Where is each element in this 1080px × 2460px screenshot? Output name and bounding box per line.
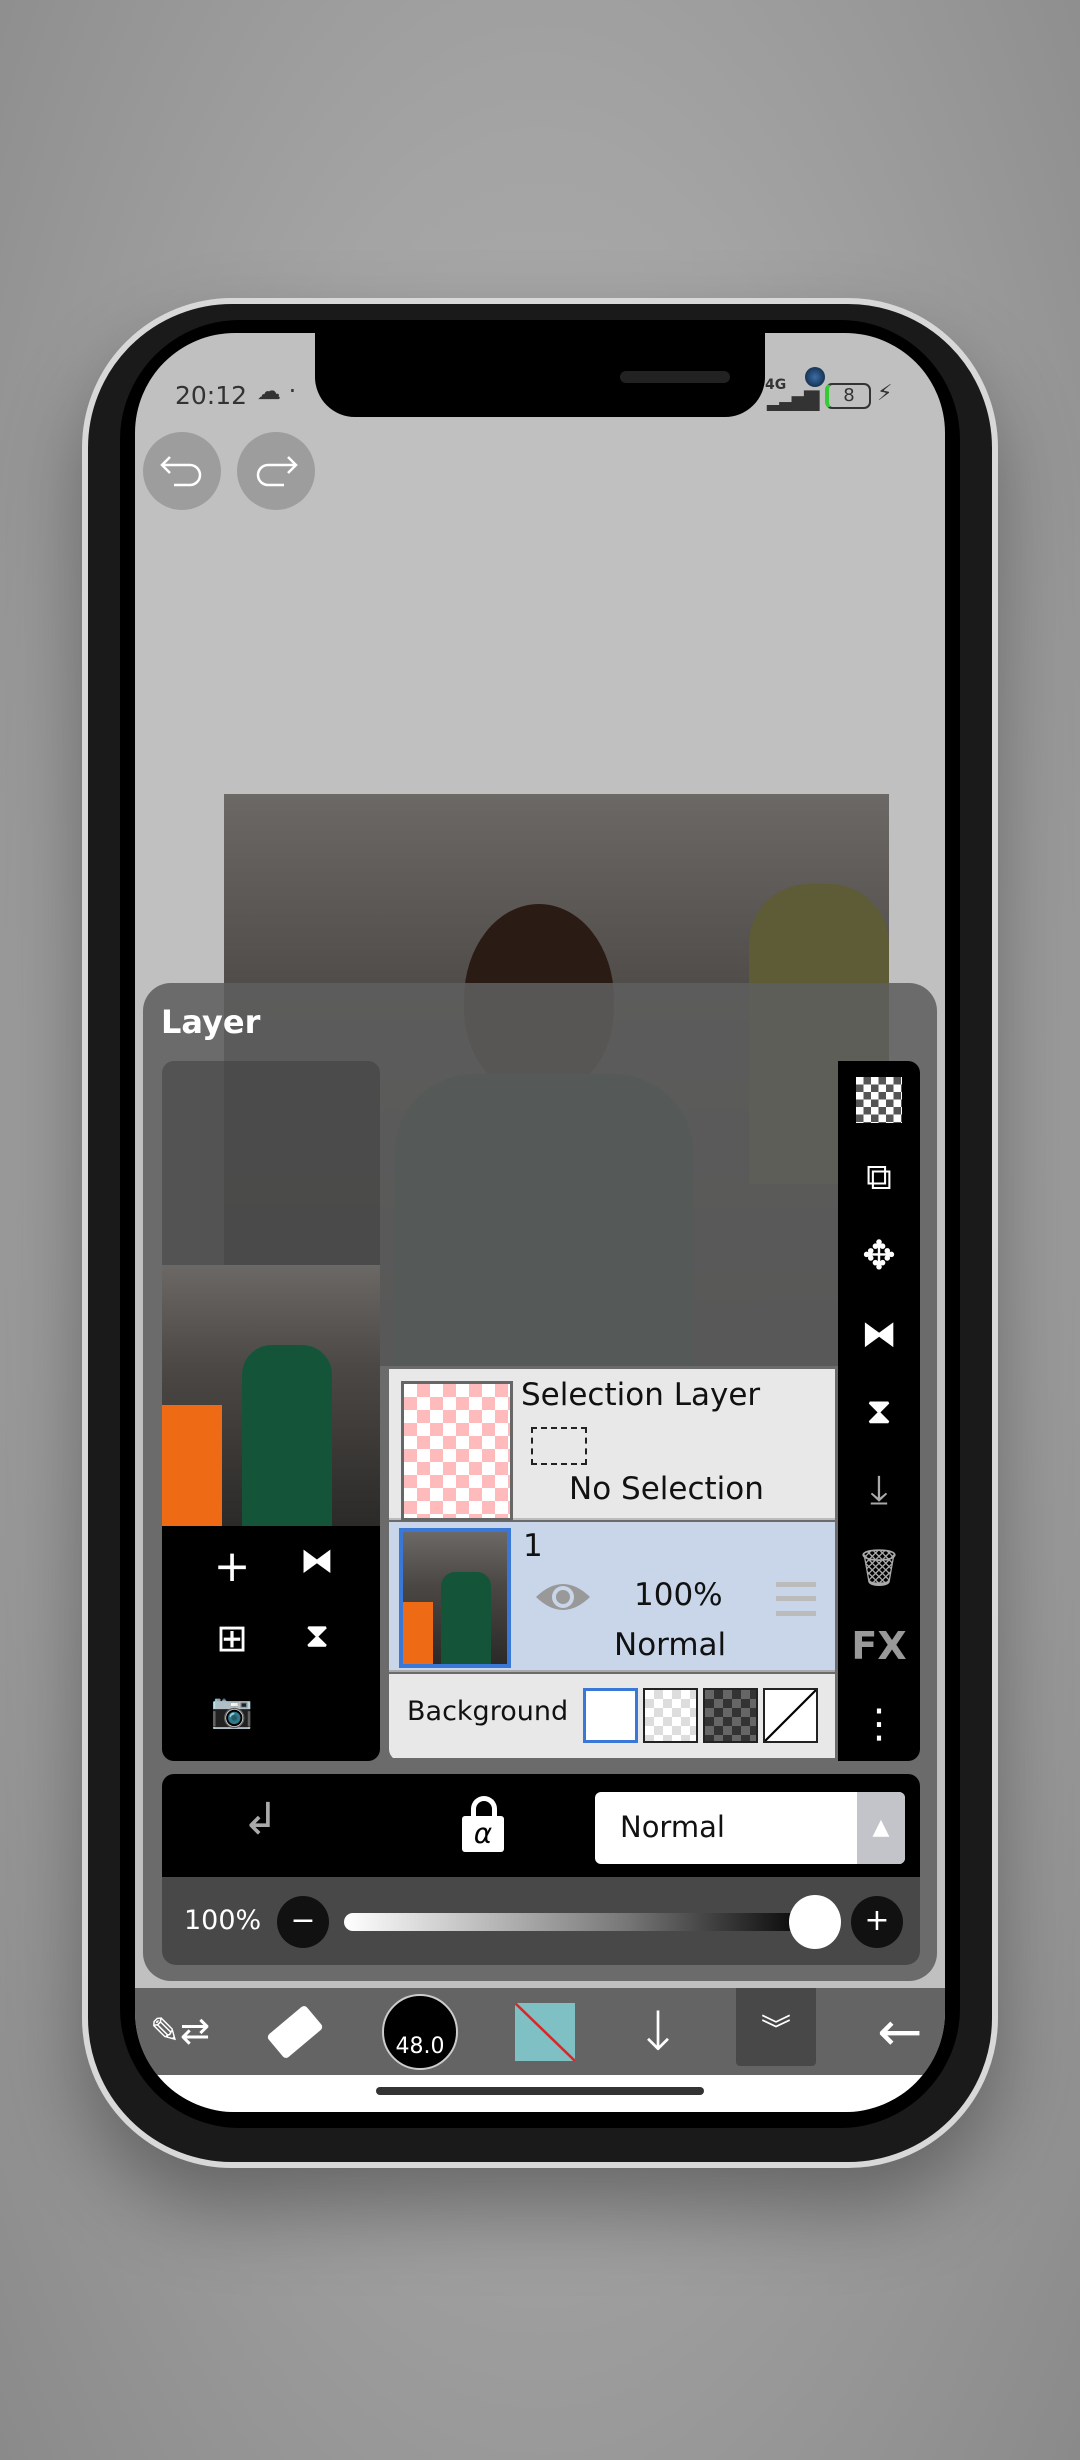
signal-icon: ▂▃▅▇ bbox=[767, 387, 820, 411]
transparency-button[interactable] bbox=[838, 1061, 920, 1139]
eye-icon[interactable] bbox=[534, 1577, 592, 1617]
copy-swap-icon: ⧉ bbox=[866, 1157, 892, 1198]
right-toolbar: ⧉ ✥ ⧓ ⧗ ⤓ 🗑 FX ⋮ bbox=[838, 1061, 920, 1761]
camera bbox=[805, 367, 825, 387]
brush-size-value: 48.0 bbox=[382, 1993, 458, 2070]
brush-eraser-swap-icon: ✎⇄ bbox=[149, 2011, 211, 2052]
layer-opacity: 100% bbox=[634, 1577, 723, 1613]
opacity-increase-button[interactable]: + bbox=[851, 1896, 903, 1948]
fx-button[interactable]: FX bbox=[838, 1607, 920, 1685]
layer-options-bar: ↲ α Normal ▲ bbox=[162, 1774, 920, 1877]
merge-down-button[interactable]: ⤓ bbox=[838, 1451, 920, 1529]
thumb-subject bbox=[242, 1345, 332, 1526]
layer-actions: + ⧓ ⊞ ⧗ 📷 bbox=[162, 1526, 380, 1761]
selection-layer-name: Selection Layer bbox=[521, 1377, 761, 1413]
arrow-left-icon: ← bbox=[877, 2000, 923, 2063]
status-time: 20:12 bbox=[175, 381, 248, 410]
alpha-lock-button[interactable]: α bbox=[462, 1796, 506, 1852]
merge-down-icon: ⤓ bbox=[870, 1467, 888, 1513]
charging-icon: ⚡ bbox=[877, 381, 893, 406]
background-light-checker-option[interactable] bbox=[643, 1688, 698, 1743]
layer-thumb-subject bbox=[441, 1572, 491, 1664]
chevron-up-icon: ▲ bbox=[857, 1792, 905, 1864]
camera-import-button[interactable]: 📷 bbox=[202, 1691, 262, 1746]
layer-panel: Layer + ⧓ ⊞ ⧗ 📷 Selection Layer No Selec… bbox=[143, 983, 937, 1981]
opacity-slider-thumb[interactable] bbox=[789, 1895, 841, 1949]
thumb-orange bbox=[162, 1405, 222, 1526]
blend-mode-value: Normal bbox=[620, 1810, 725, 1844]
battery-icon: 8 bbox=[825, 383, 871, 409]
screen: 20:12 ☁ · 4G ▂▃▅▇ 8 ⚡ Layer + ⧓ ⊞ ⧗ 📷 Se… bbox=[135, 333, 945, 2112]
opacity-label: 100% bbox=[184, 1905, 262, 1936]
tool-swap-button[interactable]: ✎⇄ bbox=[135, 1988, 225, 2075]
home-area bbox=[135, 2075, 945, 2112]
checker-icon bbox=[856, 1077, 902, 1123]
layer-row[interactable]: 1 100% Normal bbox=[389, 1522, 835, 1672]
brush-size-button[interactable]: 48.0 bbox=[375, 1988, 465, 2075]
background-row: Background bbox=[389, 1674, 835, 1758]
move-button[interactable]: ✥ bbox=[838, 1217, 920, 1295]
layer-down-button[interactable]: ↓ bbox=[613, 1988, 703, 2075]
opacity-decrease-button[interactable]: − bbox=[277, 1896, 329, 1948]
home-indicator[interactable] bbox=[376, 2087, 704, 2095]
blend-mode-select[interactable]: Normal ▲ bbox=[595, 1792, 905, 1864]
more-button[interactable]: ⋮ bbox=[838, 1685, 920, 1763]
background-none-option[interactable] bbox=[763, 1688, 818, 1743]
background-label: Background bbox=[407, 1696, 569, 1727]
add-layer-button[interactable]: + bbox=[202, 1541, 262, 1596]
chevron-double-down-icon: ︾ bbox=[761, 2013, 791, 2048]
move-icon: ✥ bbox=[862, 1233, 896, 1279]
cloud-icon: ☁ · bbox=[257, 377, 297, 405]
clipping-arrow-icon: ↲ bbox=[242, 1794, 279, 1845]
selection-marquee-icon bbox=[531, 1427, 587, 1465]
color-swatch bbox=[515, 2002, 575, 2061]
selection-layer-row[interactable]: Selection Layer No Selection bbox=[389, 1369, 835, 1521]
arrow-down-icon: ↓ bbox=[635, 2000, 681, 2063]
flip-horizontal-icon: ⧓ bbox=[861, 1313, 897, 1355]
more-icon: ⋮ bbox=[859, 1701, 899, 1747]
selection-status: No Selection bbox=[569, 1471, 764, 1507]
flip-vertical-button[interactable]: ⧗ bbox=[838, 1373, 920, 1451]
collapse-panel-button[interactable]: ︾ bbox=[736, 1988, 816, 2066]
opacity-slider[interactable] bbox=[344, 1913, 814, 1931]
layer-preview-thumbnail bbox=[162, 1265, 380, 1526]
delete-layer-button[interactable]: 🗑 bbox=[838, 1529, 920, 1607]
undo-button[interactable] bbox=[143, 432, 221, 510]
layer-name: 1 bbox=[523, 1528, 543, 1564]
selection-layer-thumbnail bbox=[401, 1381, 513, 1521]
trash-icon: 🗑 bbox=[856, 1548, 902, 1589]
layer-preview-column: + ⧓ ⊞ ⧗ 📷 bbox=[162, 1061, 380, 1761]
redo-icon bbox=[256, 456, 298, 487]
undo-icon bbox=[160, 456, 202, 487]
clipping-button[interactable]: ↲ bbox=[242, 1794, 302, 1854]
flip-layer-horizontal-button[interactable]: ⧓ bbox=[287, 1541, 347, 1596]
flip-horizontal-button[interactable]: ⧓ bbox=[838, 1295, 920, 1373]
copy-swap-button[interactable]: ⧉ bbox=[838, 1139, 920, 1217]
drag-handle-icon[interactable] bbox=[776, 1582, 816, 1616]
opacity-row: 100% − + bbox=[162, 1877, 920, 1965]
panel-title: Layer bbox=[161, 1003, 261, 1041]
background-white-option[interactable] bbox=[583, 1688, 638, 1743]
background-dark-checker-option[interactable] bbox=[703, 1688, 758, 1743]
speaker bbox=[620, 371, 730, 383]
color-button[interactable] bbox=[500, 1988, 590, 2075]
back-button[interactable]: ← bbox=[855, 1988, 945, 2075]
notch bbox=[315, 333, 825, 417]
layer-list: Selection Layer No Selection 1 100% Norm… bbox=[389, 1061, 835, 1761]
flip-vertical-icon: ⧗ bbox=[866, 1391, 892, 1432]
alpha-lock-icon: α bbox=[462, 1816, 504, 1852]
flip-layer-vertical-button[interactable]: ⧗ bbox=[287, 1616, 347, 1671]
layer-thumb-orange bbox=[403, 1602, 433, 1664]
duplicate-layer-button[interactable]: ⊞ bbox=[202, 1616, 262, 1671]
lock-shackle bbox=[471, 1796, 497, 1816]
eraser-button[interactable] bbox=[250, 1988, 340, 2075]
layer-thumbnail bbox=[399, 1528, 511, 1668]
redo-button[interactable] bbox=[237, 432, 315, 510]
bottom-toolbar: ✎⇄ 48.0 ↓ ︾ ← bbox=[135, 1988, 945, 2075]
layer-blend-mode: Normal bbox=[614, 1627, 727, 1663]
eraser-icon bbox=[266, 2003, 324, 2060]
fx-icon: FX bbox=[851, 1624, 907, 1668]
